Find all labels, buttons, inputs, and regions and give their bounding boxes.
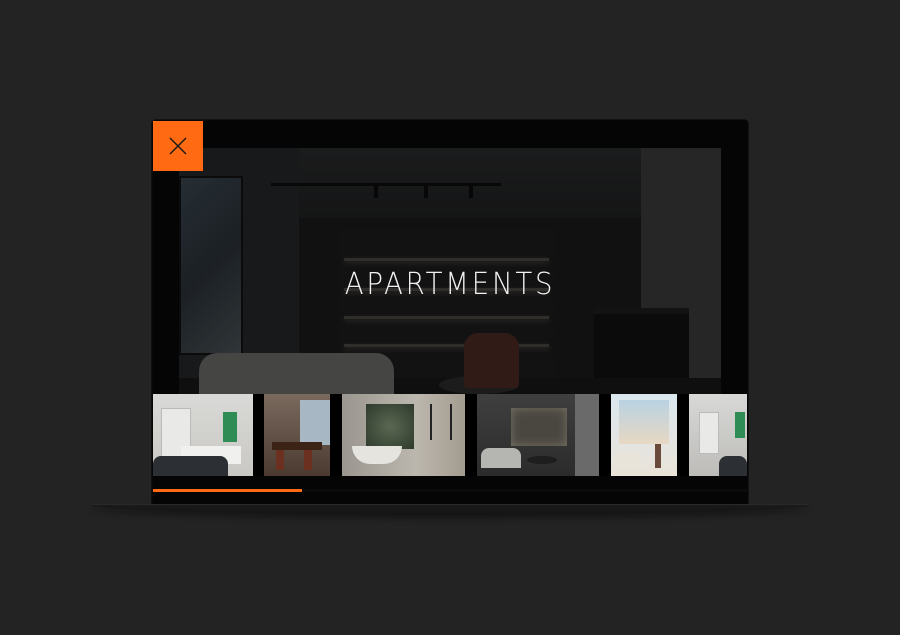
bedroom-2-thumbnail[interactable]: [689, 394, 747, 476]
gallery-progress-bar: [153, 489, 747, 492]
window-lounge-thumbnail[interactable]: [611, 394, 677, 476]
dining-room-thumbnail[interactable]: [264, 394, 330, 476]
presentation-stage: APARTMENTS: [0, 0, 900, 635]
thumbnail-strip: [153, 394, 747, 476]
laptop-base: [90, 505, 810, 515]
living-room-thumbnail[interactable]: [477, 394, 599, 476]
laptop-screen: APARTMENTS: [153, 121, 747, 504]
close-button[interactable]: [153, 121, 203, 171]
close-icon: [169, 137, 187, 155]
bedroom-thumbnail[interactable]: [153, 394, 253, 476]
gallery-progress-fill: [153, 489, 302, 492]
page-title: APARTMENTS: [344, 267, 556, 302]
bathroom-thumbnail[interactable]: [342, 394, 465, 476]
